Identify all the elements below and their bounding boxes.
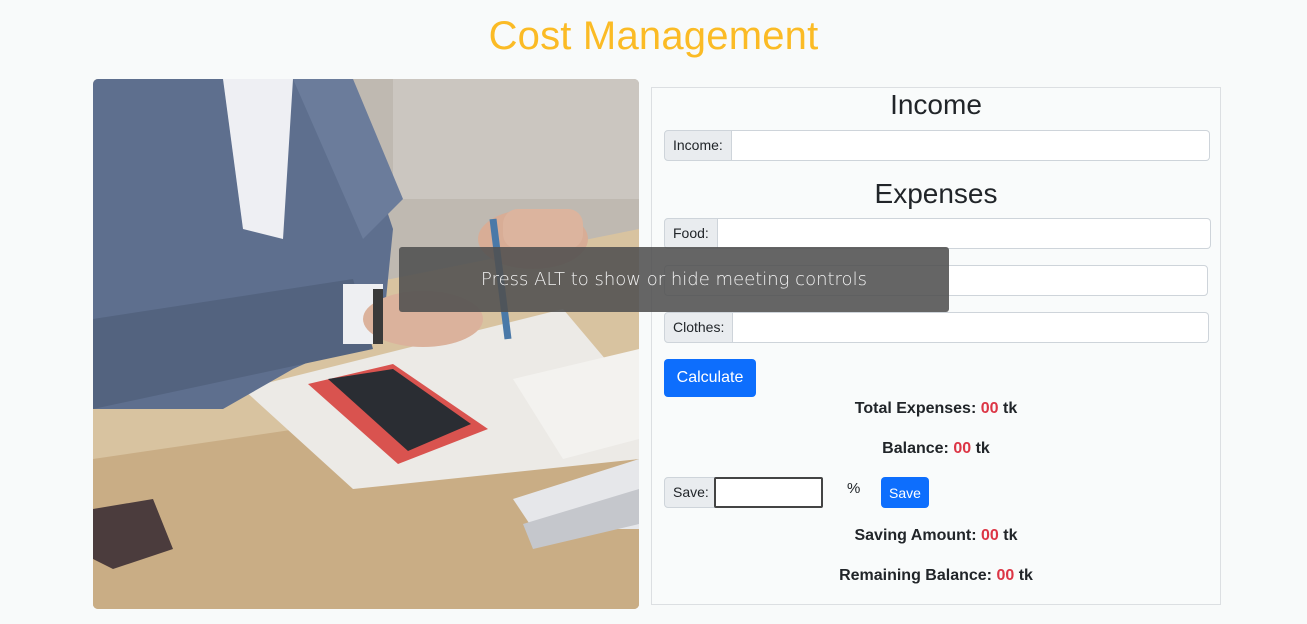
balance-currency: tk (975, 440, 990, 457)
calculate-button[interactable]: Calculate (664, 359, 756, 397)
total-expenses-value: 00 (980, 400, 999, 417)
page-title: Cost Management (488, 14, 819, 58)
expenses-heading: Expenses (874, 178, 998, 209)
food-input[interactable] (717, 218, 1211, 249)
income-heading: Income (890, 89, 982, 120)
total-expenses-label: Total Expenses: (854, 400, 977, 417)
clothes-label: Clothes: (664, 312, 734, 343)
remaining-balance-value: 00 (996, 567, 1015, 584)
clothes-input[interactable] (733, 312, 1210, 343)
food-input-group: Food: (664, 218, 1211, 249)
save-button[interactable]: Save (881, 477, 929, 508)
percent-sign: % (847, 480, 861, 497)
balance-line: Balance: 00 tk (652, 440, 1220, 458)
clothes-input-group: Clothes: (664, 312, 1210, 343)
income-input[interactable] (731, 130, 1210, 161)
save-percent-input[interactable] (714, 477, 823, 508)
total-expenses-currency: tk (1002, 400, 1018, 417)
saving-amount-currency: tk (1003, 527, 1018, 544)
cost-form-card: Income Income: Expenses Food: Clothes: C… (651, 87, 1221, 605)
balance-label: Balance: (882, 440, 949, 457)
remaining-balance-currency: tk (1018, 567, 1033, 584)
saving-amount-label: Saving Amount: (854, 527, 977, 544)
save-label: Save: (664, 477, 718, 508)
saving-amount-line: Saving Amount: 00 tk (652, 527, 1220, 545)
income-input-group: Income: (664, 130, 1210, 161)
total-expenses-line: Total Expenses: 00 tk (652, 400, 1220, 418)
income-label: Income: (664, 130, 732, 161)
balance-value: 00 (953, 440, 972, 457)
meeting-controls-tooltip: Press ALT to show or hide meeting contro… (399, 247, 949, 312)
food-label: Food: (664, 218, 718, 249)
remaining-balance-label: Remaining Balance: (839, 567, 992, 584)
office-photo (93, 79, 639, 609)
saving-amount-value: 00 (981, 527, 999, 544)
remaining-balance-line: Remaining Balance: 00 tk (652, 567, 1220, 585)
office-photo-illustration (93, 79, 639, 609)
